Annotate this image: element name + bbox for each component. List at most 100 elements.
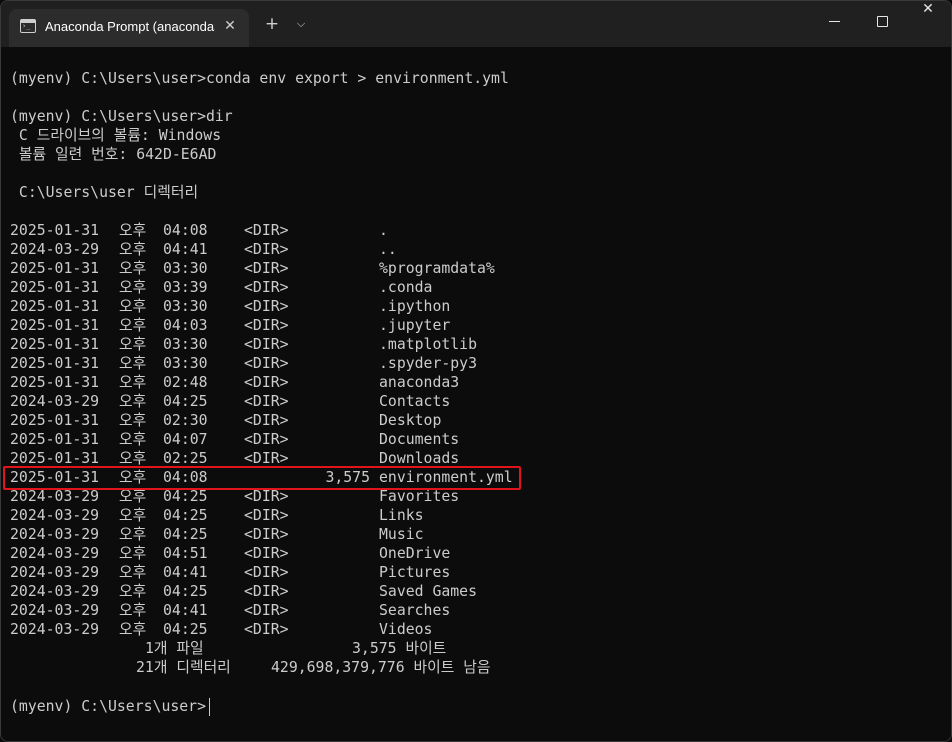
terminal-icon [20, 19, 36, 33]
entry-ampm: 오후 [119, 222, 147, 239]
entry-ampm: 오후 [119, 583, 147, 600]
entry-ampm: 오후 [119, 393, 147, 410]
entry-name: Saved Games [379, 583, 477, 600]
dir-entry: 2024-03-29 오후 04:25 <DIR> Videos [1, 620, 601, 639]
entry-ampm: 오후 [119, 260, 147, 277]
dir-entry: 2024-03-29 오후 04:41 <DIR>.. [1, 240, 601, 259]
entry-ampm: 오후 [119, 545, 147, 562]
entry-time: 02:48 [163, 374, 208, 391]
entry-time: 03:30 [163, 260, 208, 277]
entry-name: Searches [379, 602, 451, 619]
entry-name: Videos [379, 621, 433, 638]
maximize-button[interactable] [859, 1, 905, 41]
entry-size [251, 525, 370, 544]
entry-date: 2024-03-29 [10, 602, 100, 619]
prompt-line[interactable]: (myenv) C:\Users\user> [10, 697, 206, 716]
entry-size [251, 240, 370, 259]
dir-entry: 2025-01-31 오후 03:30 <DIR> .spyder-py3 [1, 354, 601, 373]
entry-time: 04:25 [163, 526, 208, 543]
chevron-down-icon[interactable]: ⌵ [291, 13, 311, 35]
title-bar[interactable]: Anaconda Prompt (anaconda3) ✕ + ⌵ ✕ [1, 1, 951, 47]
entry-size [251, 316, 370, 335]
terminal-output[interactable]: (myenv) C:\Users\user>conda env export >… [1, 47, 951, 741]
entry-size [251, 259, 370, 278]
entry-time: 04:41 [163, 602, 208, 619]
entry-name: .ipython [379, 298, 451, 315]
entry-time: 03:39 [163, 279, 208, 296]
text-cursor [209, 698, 210, 716]
entry-time: 03:30 [163, 355, 208, 372]
command-line-dir: (myenv) C:\Users\user>dir [10, 108, 233, 125]
entry-date: 2025-01-31 [10, 355, 100, 372]
tab-close-icon[interactable]: ✕ [219, 15, 241, 37]
entry-date: 2024-03-29 [10, 564, 100, 581]
entry-time: 04:08 [163, 222, 208, 239]
entry-ampm: 오후 [119, 526, 147, 543]
entry-date: 2025-01-31 [10, 222, 100, 239]
close-button[interactable]: ✕ [905, 1, 951, 41]
tab-anaconda-prompt[interactable]: Anaconda Prompt (anaconda3) ✕ [9, 9, 249, 47]
entry-date: 2024-03-29 [10, 241, 100, 258]
entry-ampm: 오후 [119, 564, 147, 581]
entry-ampm: 오후 [119, 374, 147, 391]
entry-name: .conda [379, 279, 433, 296]
entry-name: . [379, 222, 388, 239]
summary-free-bytes: 429,698,379,776 바이트 남음 [271, 659, 491, 676]
dir-entry: 2024-03-29 오후 04:25 <DIR> Saved Games [1, 582, 601, 601]
entry-name: Music [379, 526, 424, 543]
terminal-window: Anaconda Prompt (anaconda3) ✕ + ⌵ ✕ (mye… [0, 0, 952, 742]
entry-size [251, 544, 370, 563]
entry-size [251, 354, 370, 373]
entry-name: Desktop [379, 412, 442, 429]
entry-ampm: 오후 [119, 241, 147, 258]
entry-ampm: 오후 [119, 431, 147, 448]
entry-size [251, 582, 370, 601]
entry-date: 2025-01-31 [10, 298, 100, 315]
entry-date: 2024-03-29 [10, 545, 100, 562]
entry-time: 04:41 [163, 241, 208, 258]
dir-entry: 2025-01-31 오후 04:08 <DIR>. [1, 221, 601, 240]
entry-name: .jupyter [379, 317, 451, 334]
dir-entry: 2025-01-31 오후 02:48 <DIR> anaconda3 [1, 373, 601, 392]
entry-ampm: 오후 [119, 412, 147, 429]
entry-ampm: 오후 [119, 621, 147, 638]
entry-time: 04:25 [163, 507, 208, 524]
entry-name: Documents [379, 431, 460, 448]
entry-name: OneDrive [379, 545, 451, 562]
highlight-box [3, 466, 521, 490]
entry-name: anaconda3 [379, 374, 460, 391]
dir-entry: 2024-03-29 오후 04:51 <DIR> OneDrive [1, 544, 601, 563]
dir-entry: 2024-03-29 오후 04:25 <DIR> Contacts [1, 392, 601, 411]
directory-header: C:\Users\user 디렉터리 [10, 184, 199, 201]
summary-dirs-count: 21개 디렉터리 [136, 659, 231, 676]
entry-name: %programdata% [379, 260, 495, 277]
entry-time: 04:25 [163, 621, 208, 638]
entry-time: 03:30 [163, 336, 208, 353]
entry-size [251, 373, 370, 392]
dir-entry: 2024-03-29 오후 04:25 <DIR> Music [1, 525, 601, 544]
new-tab-icon[interactable]: + [261, 13, 283, 35]
entry-size [251, 563, 370, 582]
dir-entry: 2025-01-31 오후 02:30 <DIR> Desktop [1, 411, 601, 430]
volume-serial-line: 볼륨 일련 번호: 642D-E6AD [10, 146, 217, 163]
command-line-export: (myenv) C:\Users\user>conda env export >… [10, 70, 509, 87]
entry-ampm: 오후 [119, 602, 147, 619]
minimize-button[interactable] [811, 1, 857, 41]
dir-entry: 2025-01-31 오후 03:39 <DIR> .conda [1, 278, 601, 297]
entry-date: 2024-03-29 [10, 583, 100, 600]
entry-time: 04:25 [163, 393, 208, 410]
entry-name: Pictures [379, 564, 451, 581]
tab-title: Anaconda Prompt (anaconda3) [45, 19, 215, 34]
dir-entry: 2025-01-31 오후 03:30 <DIR> .matplotlib [1, 335, 601, 354]
entry-name: .matplotlib [379, 336, 477, 353]
summary-files-bytes: 3,575 바이트 [352, 640, 447, 657]
entry-date: 2025-01-31 [10, 260, 100, 277]
entry-size [251, 506, 370, 525]
entry-time: 04:07 [163, 431, 208, 448]
entry-size [251, 392, 370, 411]
entry-name: Links [379, 507, 424, 524]
entry-time: 02:30 [163, 412, 208, 429]
entry-time: 04:41 [163, 564, 208, 581]
entry-size [251, 297, 370, 316]
entry-ampm: 오후 [119, 298, 147, 315]
